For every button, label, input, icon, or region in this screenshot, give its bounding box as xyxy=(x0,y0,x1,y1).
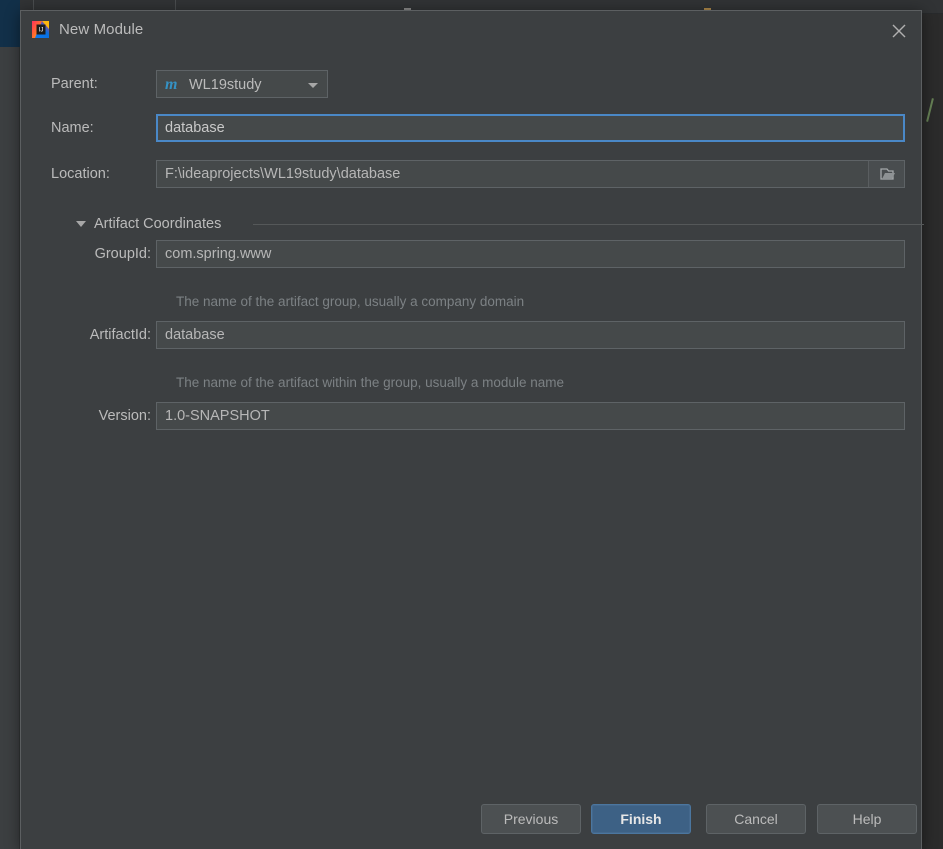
artifactid-hint: The name of the artifact within the grou… xyxy=(176,375,564,390)
svg-text:IJ: IJ xyxy=(39,28,44,34)
close-icon[interactable] xyxy=(887,19,911,43)
location-label: Location: xyxy=(51,166,110,182)
groupid-row: GroupId: com.spring.www xyxy=(21,240,921,268)
artifactid-row: ArtifactId: database xyxy=(21,321,921,349)
new-module-dialog: IJ New Module Parent: m WL19study Name: … xyxy=(20,10,924,849)
name-input[interactable]: database xyxy=(156,114,905,142)
version-row: Version: 1.0-SNAPSHOT xyxy=(21,402,921,430)
ide-left-gutter xyxy=(0,47,20,849)
version-input[interactable]: 1.0-SNAPSHOT xyxy=(156,402,905,430)
finish-button[interactable]: Finish xyxy=(591,804,691,834)
chevron-down-icon[interactable] xyxy=(76,221,86,227)
browse-location-button[interactable] xyxy=(868,161,904,187)
name-label: Name: xyxy=(51,120,94,136)
groupid-input[interactable]: com.spring.www xyxy=(156,240,905,268)
parent-combobox-value: WL19study xyxy=(189,77,262,93)
previous-button[interactable]: Previous xyxy=(481,804,581,834)
parent-label: Parent: xyxy=(51,76,98,92)
cancel-button[interactable]: Cancel xyxy=(706,804,806,834)
artifact-coordinates-title: Artifact Coordinates xyxy=(94,216,222,232)
groupid-label: GroupId: xyxy=(94,246,151,262)
artifactid-input[interactable]: database xyxy=(156,321,905,349)
dialog-titlebar: IJ New Module xyxy=(21,11,921,51)
version-label: Version: xyxy=(98,408,151,424)
location-input[interactable]: F:\ideaprojects\WL19study\database xyxy=(156,160,905,188)
ide-editor-right-column xyxy=(920,14,943,849)
help-button[interactable]: Help xyxy=(817,804,917,834)
ide-project-tab-strip xyxy=(0,0,20,47)
parent-row: Parent: m WL19study xyxy=(21,70,921,98)
intellij-idea-icon: IJ xyxy=(31,20,50,39)
parent-combobox[interactable]: m WL19study xyxy=(156,70,328,98)
artifactid-label: ArtifactId: xyxy=(89,327,151,343)
section-divider xyxy=(253,224,924,225)
location-row: Location: F:\ideaprojects\WL19study\data… xyxy=(21,160,921,188)
maven-module-icon: m xyxy=(165,76,178,93)
name-row: Name: database xyxy=(21,114,921,142)
chevron-down-icon[interactable] xyxy=(308,83,318,88)
dialog-title: New Module xyxy=(59,21,144,38)
groupid-hint: The name of the artifact group, usually … xyxy=(176,294,525,309)
